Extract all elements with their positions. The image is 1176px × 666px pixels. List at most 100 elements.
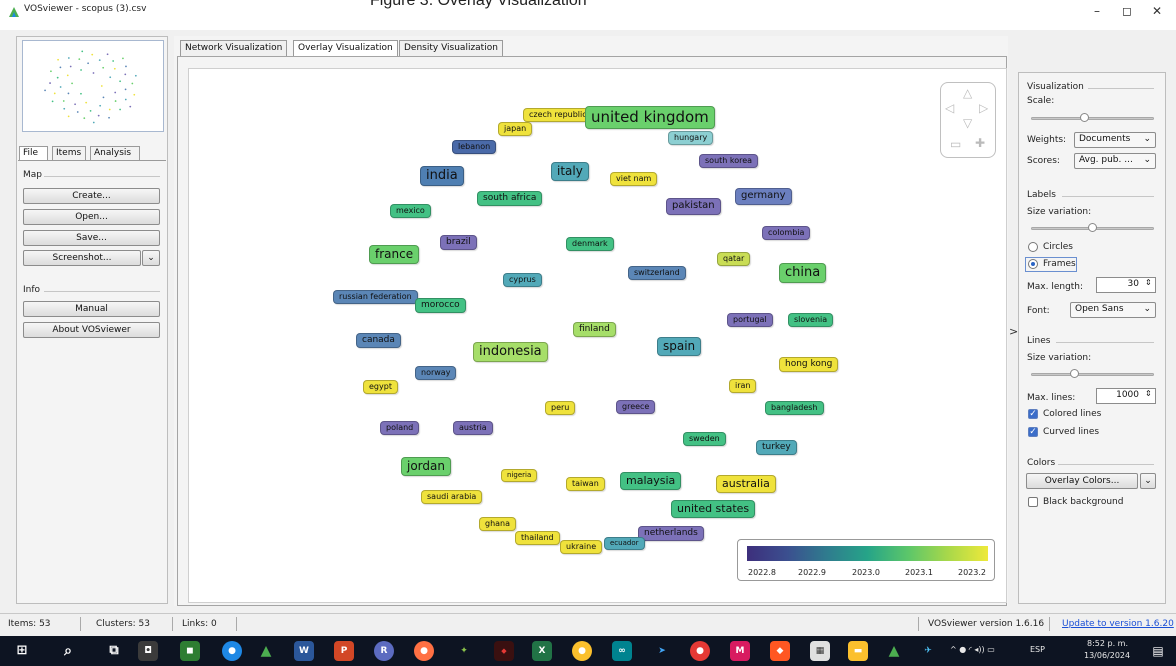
- map-node-japan[interactable]: japan: [498, 122, 533, 136]
- map-node-finland[interactable]: finland: [573, 322, 616, 338]
- app-icon[interactable]: ➤: [652, 641, 672, 661]
- map-node-cyprus[interactable]: cyprus: [503, 273, 542, 287]
- map-node-czech-republic[interactable]: czech republic: [523, 108, 593, 122]
- map-node-south-korea[interactable]: south korea: [699, 154, 759, 168]
- r-app-icon[interactable]: R: [374, 641, 394, 661]
- labels-slider-thumb[interactable]: [1088, 223, 1097, 232]
- project-app-icon[interactable]: ◼: [180, 641, 200, 661]
- edge-browser-icon[interactable]: ●: [222, 641, 242, 661]
- tray-icons[interactable]: ^ ● ◜ ◂)) ▭: [950, 645, 995, 654]
- pan-right-icon[interactable]: ▷: [979, 101, 988, 115]
- map-node-hong-kong[interactable]: hong kong: [779, 357, 839, 373]
- map-node-slovenia[interactable]: slovenia: [788, 313, 834, 327]
- map-node-brazil[interactable]: brazil: [440, 235, 477, 251]
- map-node-mexico[interactable]: mexico: [390, 204, 431, 218]
- pomodoro-app-icon[interactable]: ◘: [138, 641, 158, 661]
- zoom-out-icon[interactable]: ▭: [950, 137, 961, 151]
- map-node-united-kingdom[interactable]: united kingdom: [585, 106, 715, 129]
- search-icon[interactable]: ⌕: [58, 641, 78, 661]
- chrome-icon[interactable]: ●: [572, 641, 592, 661]
- map-node-morocco[interactable]: morocco: [415, 298, 466, 314]
- excel-icon[interactable]: X: [532, 641, 552, 661]
- map-node-turkey[interactable]: turkey: [756, 440, 797, 456]
- weights-select[interactable]: Documents ⌄: [1074, 132, 1156, 148]
- map-node-netherlands[interactable]: netherlands: [638, 526, 704, 542]
- update-link[interactable]: Update to version 1.6.20: [1062, 619, 1174, 629]
- pan-left-icon[interactable]: ◁: [945, 101, 954, 115]
- frames-radio[interactable]: [1028, 259, 1038, 269]
- tab-analysis[interactable]: Analysis: [90, 146, 140, 161]
- navigation-control[interactable]: △ ◁ ▷ ▽ ▭ ✚: [940, 82, 996, 158]
- about-button[interactable]: About VOSviewer: [23, 322, 160, 338]
- map-node-peru[interactable]: peru: [545, 401, 576, 415]
- manual-button[interactable]: Manual: [23, 301, 160, 317]
- scores-select[interactable]: Avg. pub. ... ⌄: [1074, 153, 1156, 169]
- word-icon[interactable]: W: [294, 641, 314, 661]
- map-node-ghana[interactable]: ghana: [479, 517, 517, 531]
- map-node-ukraine[interactable]: ukraine: [560, 540, 603, 554]
- map-node-switzerland[interactable]: switzerland: [628, 266, 686, 280]
- map-node-russian-federation[interactable]: russian federation: [333, 290, 418, 304]
- spinner-icon[interactable]: ⇕: [1145, 389, 1152, 398]
- map-node-italy[interactable]: italy: [551, 162, 589, 181]
- circles-radio[interactable]: [1028, 242, 1038, 252]
- map-node-norway[interactable]: norway: [415, 366, 457, 380]
- overlay-colors-button[interactable]: Overlay Colors...: [1026, 473, 1138, 489]
- overlay-colors-dropdown-button[interactable]: ⌄: [1140, 473, 1156, 489]
- map-node-lebanon[interactable]: lebanon: [452, 140, 497, 154]
- spinner-icon[interactable]: ⇕: [1145, 278, 1152, 287]
- map-node-indonesia[interactable]: indonesia: [473, 342, 548, 363]
- collapse-panel-icon[interactable]: >: [1009, 325, 1018, 338]
- map-node-pakistan[interactable]: pakistan: [666, 198, 721, 215]
- save-button[interactable]: Save...: [23, 230, 160, 246]
- app-icon[interactable]: ●: [690, 641, 710, 661]
- clock-time[interactable]: 8:52 p. m.: [1087, 639, 1128, 648]
- map-node-bangladesh[interactable]: bangladesh: [765, 401, 824, 415]
- zoom-in-icon[interactable]: ✚: [975, 136, 985, 150]
- vosviewer-taskbar-icon-2[interactable]: ▲: [884, 641, 904, 661]
- map-node-viet-nam[interactable]: viet nam: [610, 172, 658, 186]
- tab-network-visualization[interactable]: Network Visualization: [180, 40, 288, 57]
- open-button[interactable]: Open...: [23, 209, 160, 225]
- map-node-saudi-arabia[interactable]: saudi arabia: [421, 490, 483, 504]
- tab-file[interactable]: File: [19, 146, 48, 161]
- map-node-sweden[interactable]: sweden: [683, 432, 726, 446]
- file-explorer-icon[interactable]: ▬: [848, 641, 868, 661]
- app-icon[interactable]: M: [730, 641, 750, 661]
- tab-density-visualization[interactable]: Density Visualization: [399, 40, 503, 57]
- app-icon[interactable]: ✈: [918, 641, 938, 661]
- lines-slider-thumb[interactable]: [1070, 369, 1079, 378]
- brave-browser-icon[interactable]: ◆: [770, 641, 790, 661]
- app-icon[interactable]: ✦: [454, 641, 474, 661]
- tab-items[interactable]: Items: [52, 146, 86, 161]
- map-node-jordan[interactable]: jordan: [401, 457, 451, 476]
- firefox-icon[interactable]: ●: [414, 641, 434, 661]
- map-node-greece[interactable]: greece: [616, 400, 656, 414]
- lines-size-variation-slider[interactable]: [1031, 369, 1154, 378]
- clock-date[interactable]: 13/06/2024: [1084, 651, 1130, 660]
- map-node-india[interactable]: india: [420, 166, 464, 187]
- powerpoint-icon[interactable]: P: [334, 641, 354, 661]
- tab-overlay-visualization[interactable]: Overlay Visualization: [293, 40, 398, 57]
- map-node-france[interactable]: france: [369, 245, 420, 264]
- pan-up-icon[interactable]: △: [963, 86, 972, 100]
- black-background-checkbox[interactable]: [1028, 497, 1038, 507]
- curved-lines-checkbox[interactable]: ✓: [1028, 427, 1038, 437]
- map-node-canada[interactable]: canada: [356, 333, 401, 349]
- create-button[interactable]: Create...: [23, 188, 160, 204]
- scale-slider-thumb[interactable]: [1080, 113, 1089, 122]
- close-button[interactable]: ✕: [1142, 4, 1172, 22]
- app-icon[interactable]: ▦: [810, 641, 830, 661]
- font-select[interactable]: Open Sans ⌄: [1070, 302, 1156, 318]
- map-preview[interactable]: [22, 40, 164, 132]
- labels-size-variation-slider[interactable]: [1031, 223, 1154, 232]
- map-node-south-africa[interactable]: south africa: [477, 191, 543, 207]
- map-node-spain[interactable]: spain: [657, 337, 702, 356]
- task-view-icon[interactable]: ⧉: [104, 641, 124, 661]
- windows-start-icon[interactable]: ⊞: [12, 641, 32, 661]
- pan-down-icon[interactable]: ▽: [963, 116, 972, 130]
- map-node-united-states[interactable]: united states: [671, 500, 756, 518]
- map-node-qatar[interactable]: qatar: [717, 252, 751, 266]
- app-icon[interactable]: ◆: [494, 641, 514, 661]
- maximize-button[interactable]: ◻: [1112, 4, 1142, 22]
